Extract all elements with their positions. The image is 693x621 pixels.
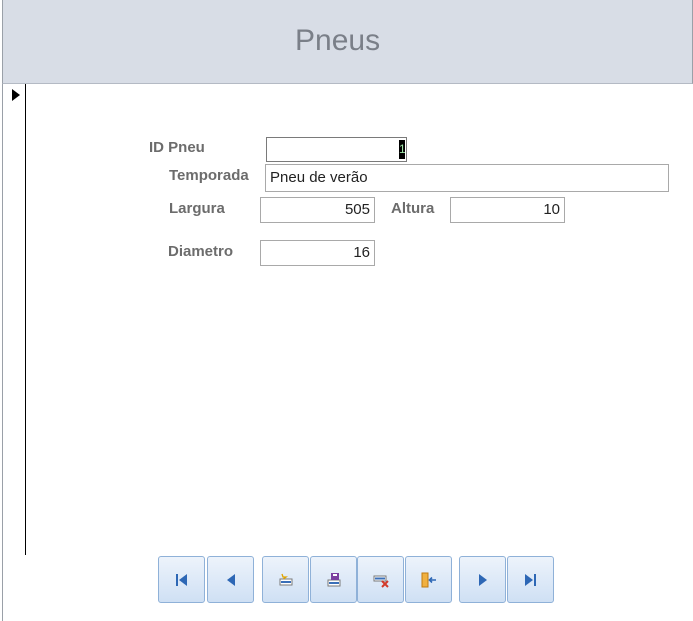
id-pneu-label: ID Pneu [149, 139, 205, 156]
id-pneu-value: 1 [399, 140, 406, 159]
temporada-label: Temporada [169, 167, 249, 184]
next-record-button[interactable] [459, 556, 506, 603]
next-record-icon [478, 573, 487, 586]
save-icon [327, 572, 340, 586]
record-selector[interactable] [3, 84, 26, 555]
previous-record-icon [226, 573, 235, 586]
delete-record-icon [373, 575, 389, 588]
new-record-button[interactable] [262, 556, 309, 603]
first-record-button[interactable] [158, 556, 205, 603]
temporada-field[interactable]: Pneu de verão [265, 164, 669, 192]
previous-record-button[interactable] [207, 556, 254, 603]
exit-icon [421, 572, 436, 587]
id-pneu-field[interactable]: 1 [266, 137, 407, 162]
diametro-label: Diametro [168, 243, 234, 260]
form-title: Pneus [295, 24, 381, 57]
close-form-button[interactable] [405, 556, 452, 603]
new-record-icon [279, 573, 292, 585]
last-record-button[interactable] [507, 556, 554, 603]
last-record-icon [525, 573, 536, 586]
save-record-button[interactable] [310, 556, 357, 603]
diametro-field[interactable]: 16 [260, 240, 375, 266]
delete-record-button[interactable] [357, 556, 404, 603]
altura-field[interactable]: 10 [450, 197, 565, 223]
altura-label: Altura [391, 200, 435, 217]
largura-label: Largura [169, 200, 225, 217]
first-record-icon [176, 573, 187, 586]
largura-field[interactable]: 505 [260, 197, 375, 223]
current-record-arrow-icon [12, 89, 20, 101]
form-header: Pneus [2, 0, 693, 84]
